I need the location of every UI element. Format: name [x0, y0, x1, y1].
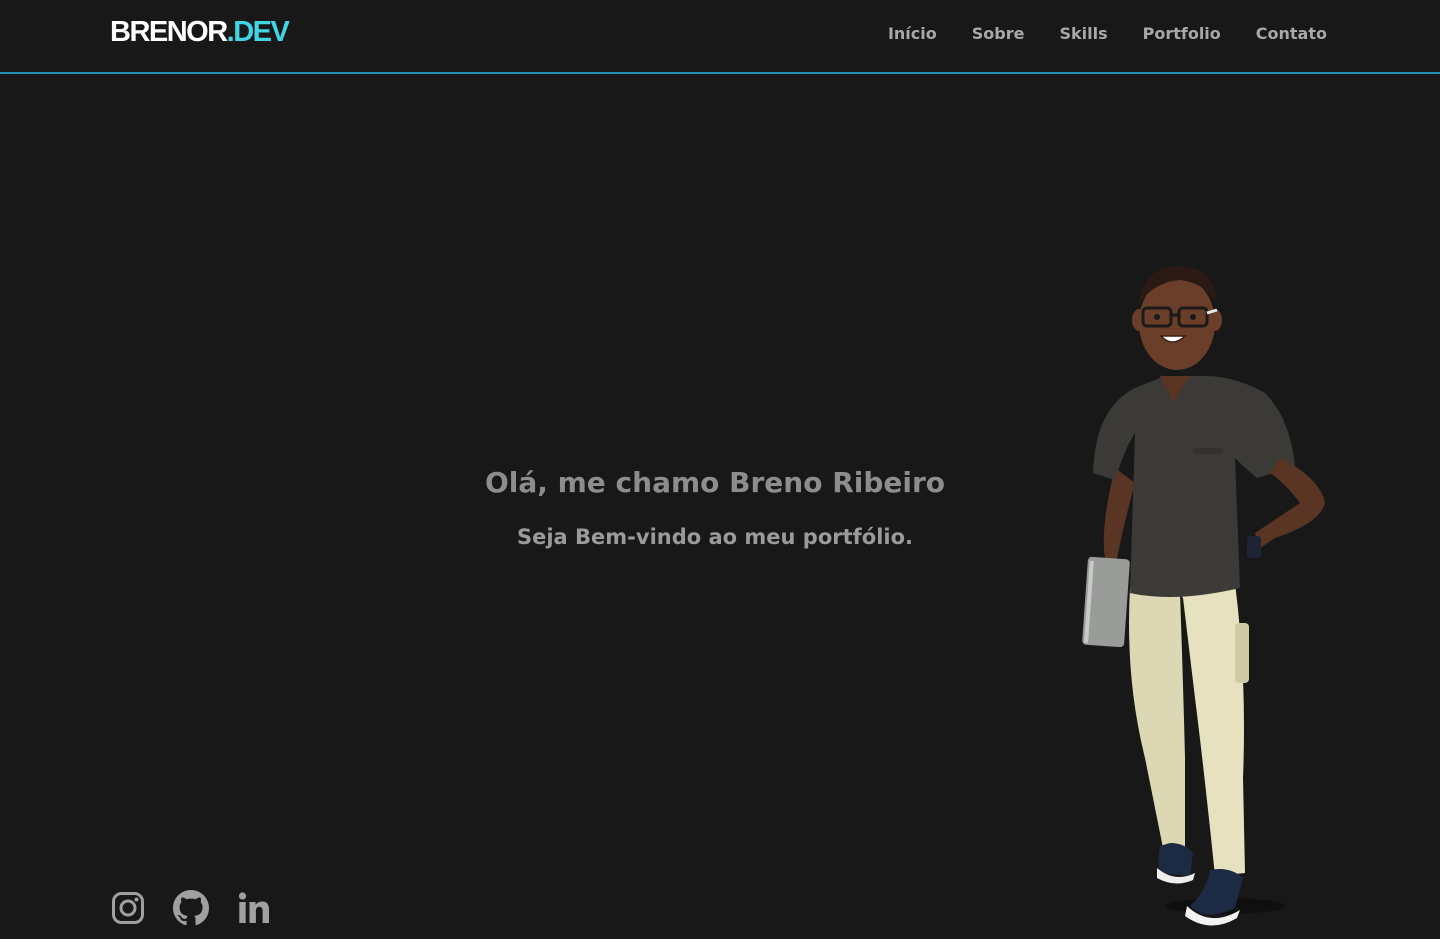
- nav-link-contato[interactable]: Contato: [1256, 24, 1327, 44]
- nav-link-inicio[interactable]: Início: [888, 24, 937, 44]
- social-links: [110, 888, 272, 928]
- site-header: BRENOR.DEV Início Sobre Skills Portfolio…: [0, 0, 1440, 74]
- logo-brand: BRENOR: [110, 16, 228, 48]
- github-icon[interactable]: [173, 888, 209, 928]
- logo[interactable]: BRENOR.DEV: [110, 16, 290, 48]
- nav-link-portfolio[interactable]: Portfolio: [1143, 24, 1221, 44]
- nav-link-skills[interactable]: Skills: [1059, 24, 1107, 44]
- avatar-illustration: [1075, 258, 1345, 935]
- logo-tld: .DEV: [226, 16, 290, 48]
- instagram-icon[interactable]: [110, 888, 146, 928]
- main-nav: Início Sobre Skills Portfolio Contato: [888, 24, 1327, 44]
- nav-link-sobre[interactable]: Sobre: [972, 24, 1025, 44]
- linkedin-icon[interactable]: [236, 888, 272, 928]
